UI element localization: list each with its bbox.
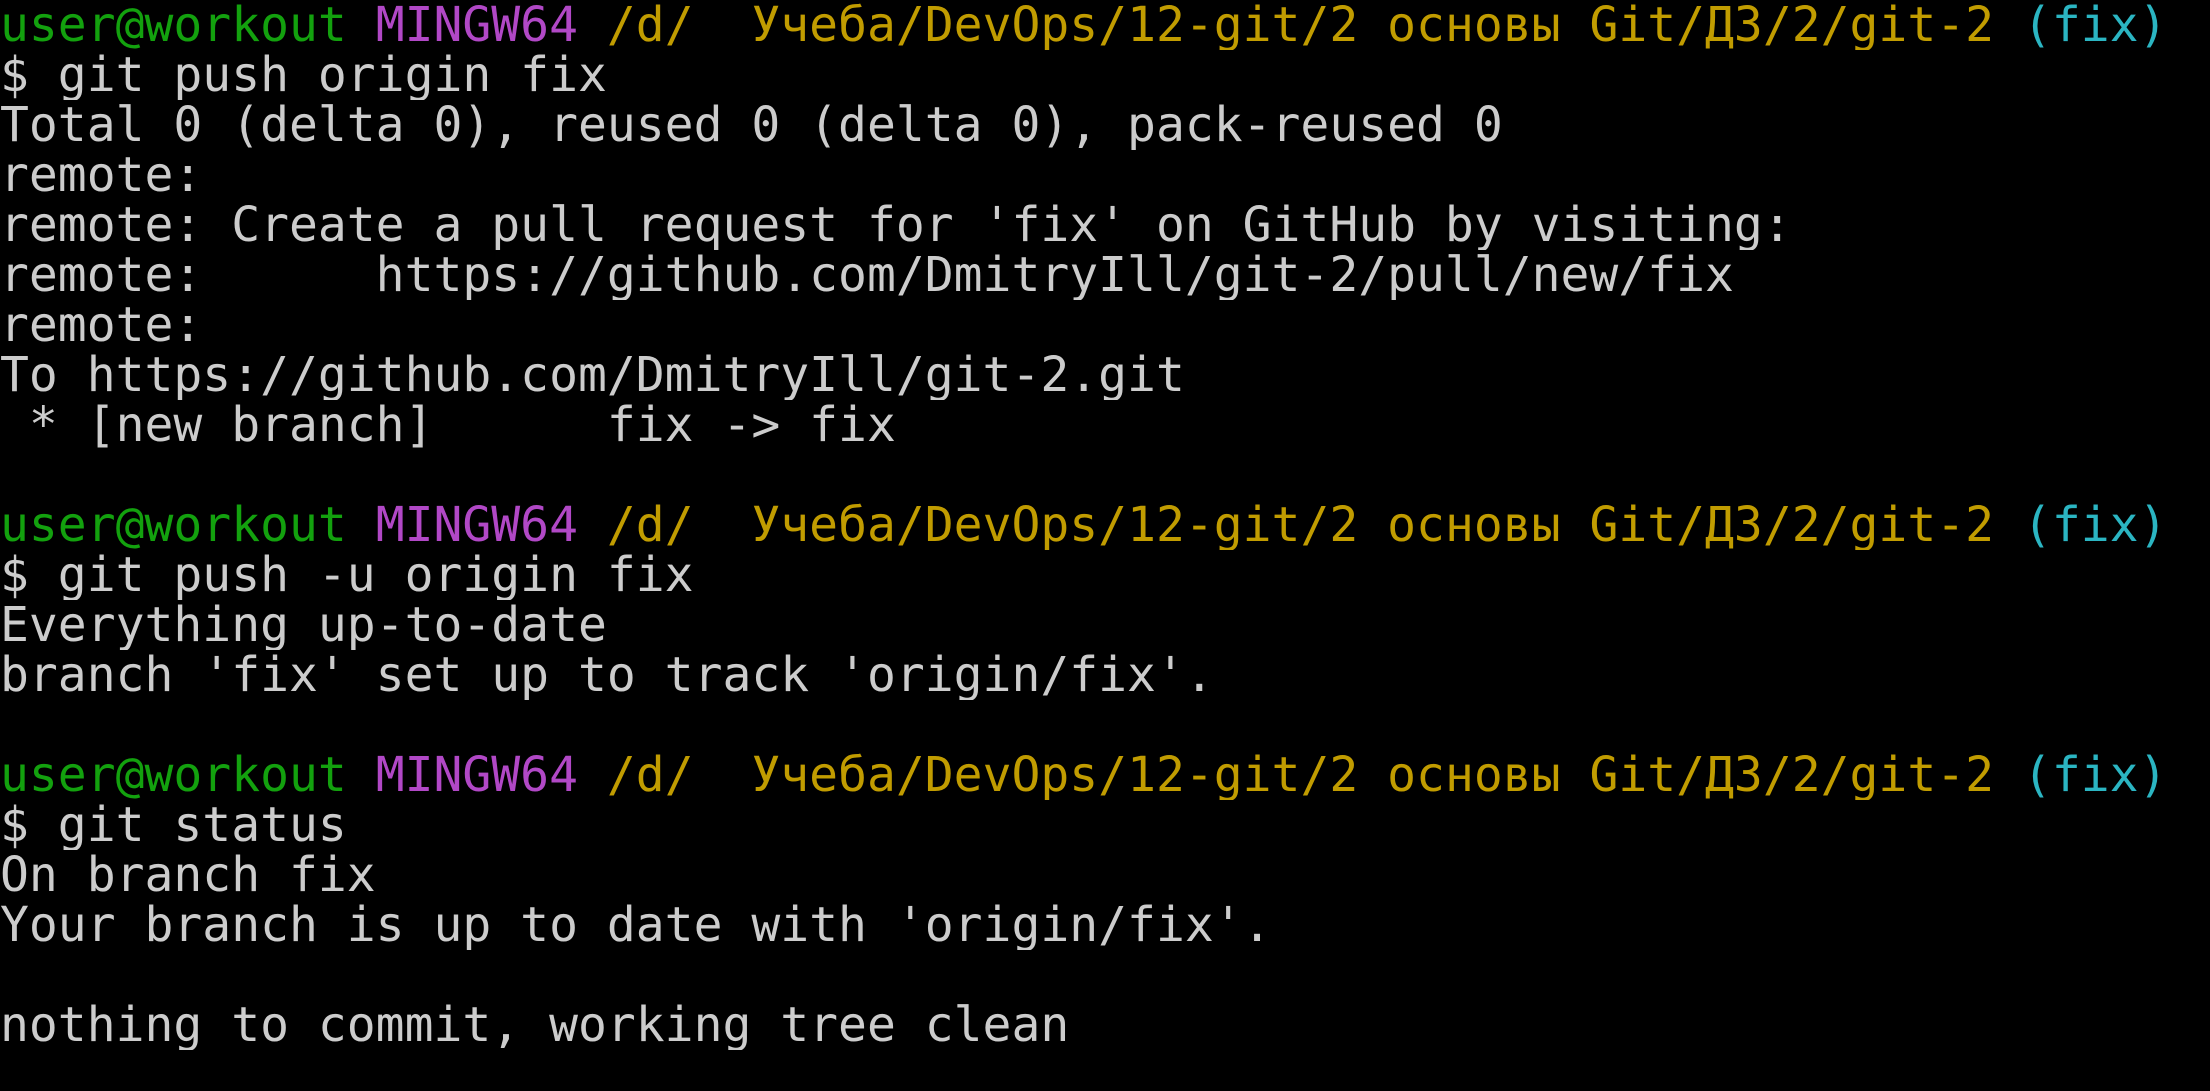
prompt-user: user@workout: [0, 750, 347, 800]
terminal-window[interactable]: user@workout MINGW64 /d/__Учеба/DevOps/1…: [0, 0, 2210, 1091]
prompt-line: user@workout MINGW64 /d/__Учеба/DevOps/1…: [0, 0, 2210, 50]
prompt-path: /d/__Учеба/DevOps/12-git/2 основы Git/ДЗ…: [606, 0, 1995, 50]
prompt-path: /d/__Учеба/DevOps/12-git/2 основы Git/ДЗ…: [606, 500, 1995, 550]
prompt-branch: (fix): [2022, 500, 2168, 550]
command-line: $ git status: [0, 800, 347, 850]
prompt-path: /d/__Учеба/DevOps/12-git/2 основы Git/ДЗ…: [606, 750, 1995, 800]
output-line: To https://github.com/DmitryIll/git-2.gi…: [0, 350, 1185, 400]
prompt-line: user@workout MINGW64 /d/__Учеба/DevOps/1…: [0, 500, 2210, 550]
prompt-host: MINGW64: [375, 0, 578, 50]
command-line: $ git push -u origin fix: [0, 550, 694, 600]
output-line: Everything up-to-date: [0, 600, 607, 650]
command-line: $ git push origin fix: [0, 50, 607, 100]
output-line: * [new branch] fix -> fix: [0, 400, 896, 450]
prompt-branch: (fix): [2022, 750, 2168, 800]
output-line: Your branch is up to date with 'origin/f…: [0, 900, 1272, 950]
output-line-url[interactable]: remote: https://github.com/DmitryIll/git…: [0, 250, 2210, 300]
output-line: remote:: [0, 150, 203, 200]
output-line: On branch fix: [0, 850, 376, 900]
output-line: remote: Create a pull request for 'fix' …: [0, 200, 1792, 250]
prompt-host: MINGW64: [375, 500, 578, 550]
output-line: nothing to commit, working tree clean: [0, 1000, 1070, 1050]
prompt-user: user@workout: [0, 500, 347, 550]
output-line: branch 'fix' set up to track 'origin/fix…: [0, 650, 1214, 700]
output-line: remote:: [0, 300, 203, 350]
prompt-user: user@workout: [0, 0, 347, 50]
prompt-line: user@workout MINGW64 /d/__Учеба/DevOps/1…: [0, 750, 2210, 800]
prompt-host: MINGW64: [375, 750, 578, 800]
output-line: Total 0 (delta 0), reused 0 (delta 0), p…: [0, 100, 1503, 150]
prompt-branch: (fix): [2022, 0, 2168, 50]
